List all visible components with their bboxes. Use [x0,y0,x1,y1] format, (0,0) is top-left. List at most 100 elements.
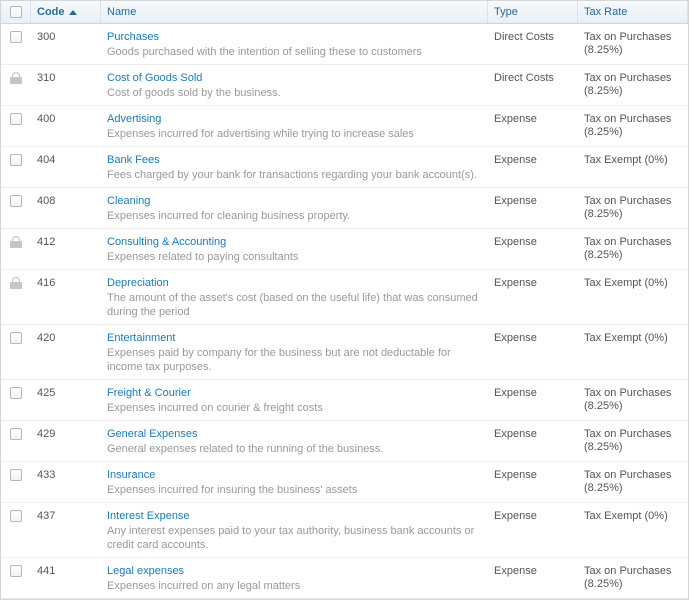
row-name-link[interactable]: General Expenses [107,428,198,440]
row-tax: Tax on Purchases (8.25%) [578,71,688,100]
row-lock [1,276,31,319]
table-row: 425 Freight & Courier Expenses incurred on… [1,380,688,421]
table-row: 300 Purchases Goods purchased with the int… [1,24,688,65]
row-type: Expense [488,427,578,456]
row-select[interactable] [1,468,31,497]
row-select[interactable] [1,386,31,415]
checkbox-icon [10,469,22,481]
checkbox-icon [10,113,22,125]
row-name-link[interactable]: Freight & Courier [107,387,191,399]
row-name-link[interactable]: Depreciation [107,277,169,289]
table-row: 404 Bank Fees Fees charged by your bank fo… [1,147,688,188]
lock-icon [10,72,22,84]
row-description: Expenses incurred on courier & freight c… [107,401,482,415]
row-type: Expense [488,276,578,319]
header-tax-label: Tax Rate [584,6,627,18]
row-name-link[interactable]: Legal expenses [107,565,184,577]
row-select[interactable] [1,564,31,593]
lock-icon [10,277,22,289]
row-name-link[interactable]: Advertising [107,113,161,125]
row-tax: Tax on Purchases (8.25%) [578,427,688,456]
row-name-link[interactable]: Interest Expense [107,510,190,522]
row-description: Expenses related to paying consultants [107,250,482,264]
row-name-cell: Interest ExpenseAny interest expenses pa… [101,509,488,552]
row-code: 429 [31,427,101,456]
lock-icon [10,236,22,248]
row-description: The amount of the asset's cost (based on… [107,291,482,319]
row-name-link[interactable]: Cost of Goods Sold [107,72,202,84]
row-tax: Tax on Purchases (8.25%) [578,235,688,264]
row-select[interactable] [1,153,31,182]
row-select[interactable] [1,509,31,552]
row-name-cell: Bank Fees Fees charged by your bank for t… [101,153,488,182]
row-name-link[interactable]: Cleaning [107,195,150,207]
row-type: Direct Costs [488,71,578,100]
row-tax: Tax on Purchases (8.25%) [578,564,688,593]
row-code: 420 [31,331,101,374]
row-name-cell: Legal expenses Expenses incurred on any l… [101,564,488,593]
row-name-cell: EntertainmentExpenses paid by company fo… [101,331,488,374]
row-type: Expense [488,112,578,141]
row-tax: Tax on Purchases (8.25%) [578,468,688,497]
row-code: 416 [31,276,101,319]
table-row: 420EntertainmentExpenses paid by company… [1,325,688,380]
row-description: Expenses incurred for cleaning business … [107,209,482,223]
row-name-cell: AdvertisingExpenses incurred for adverti… [101,112,488,141]
row-code: 400 [31,112,101,141]
header-select-all[interactable] [1,1,31,23]
row-description: Cost of goods sold by the business. [107,86,482,100]
header-code-label: Code [37,6,65,18]
row-type: Expense [488,153,578,182]
row-name-link[interactable]: Consulting & Accounting [107,236,226,248]
row-tax: Tax Exempt (0%) [578,509,688,552]
row-tax: Tax on Purchases (8.25%) [578,30,688,59]
row-description: Fees charged by your bank for transactio… [107,168,482,182]
checkbox-icon [10,387,22,399]
header-code[interactable]: Code [31,1,101,23]
row-name-cell: Freight & Courier Expenses incurred on co… [101,386,488,415]
row-name-cell: Cost of Goods Sold Cost of goods sold by … [101,71,488,100]
row-name-link[interactable]: Purchases [107,31,159,43]
table-row: 400AdvertisingExpenses incurred for adve… [1,106,688,147]
header-type[interactable]: Type [488,1,578,23]
row-name-cell: Purchases Goods purchased with the intent… [101,30,488,59]
checkbox-icon [10,154,22,166]
row-select[interactable] [1,331,31,374]
table-row: 433InsuranceExpenses incurred for insuri… [1,462,688,503]
row-tax: Tax on Purchases (8.25%) [578,112,688,141]
row-name-cell: Consulting & Accounting Expenses related … [101,235,488,264]
header-tax[interactable]: Tax Rate [578,1,688,23]
table-row: 408 Cleaning Expenses incurred for cleanin… [1,188,688,229]
table-row: 310 Cost of Goods Sold Cost of goods sold … [1,65,688,106]
checkbox-icon [10,510,22,522]
row-code: 433 [31,468,101,497]
row-tax: Tax Exempt (0%) [578,153,688,182]
row-description: Expenses incurred on any legal matters [107,579,482,593]
row-name-link[interactable]: Insurance [107,469,155,481]
table-row: 412Consulting & AccountingExpenses relat… [1,229,688,270]
row-select[interactable] [1,194,31,223]
row-name-link[interactable]: Bank Fees [107,154,160,166]
row-code: 310 [31,71,101,100]
row-type: Expense [488,468,578,497]
table-row: 441 Legal expenses Expenses incurred on an… [1,558,688,599]
table-row: 429 General Expenses General expenses rela… [1,421,688,462]
header-name[interactable]: Name [101,1,488,23]
table-row: 416 Depreciation The amount of the asset's… [1,270,688,325]
row-tax: Tax on Purchases (8.25%) [578,194,688,223]
row-code: 408 [31,194,101,223]
row-code: 404 [31,153,101,182]
row-code: 441 [31,564,101,593]
row-select[interactable] [1,112,31,141]
checkbox-icon [10,6,22,18]
row-code: 300 [31,30,101,59]
table-header: Code Name Type Tax Rate [1,0,688,24]
header-type-label: Type [494,6,518,18]
row-description: Goods purchased with the intention of se… [107,45,482,59]
row-select[interactable] [1,30,31,59]
row-select[interactable] [1,427,31,456]
row-description: General expenses related to the running … [107,442,482,456]
row-name-link[interactable]: Entertainment [107,332,175,344]
row-type: Direct Costs [488,30,578,59]
row-code: 425 [31,386,101,415]
